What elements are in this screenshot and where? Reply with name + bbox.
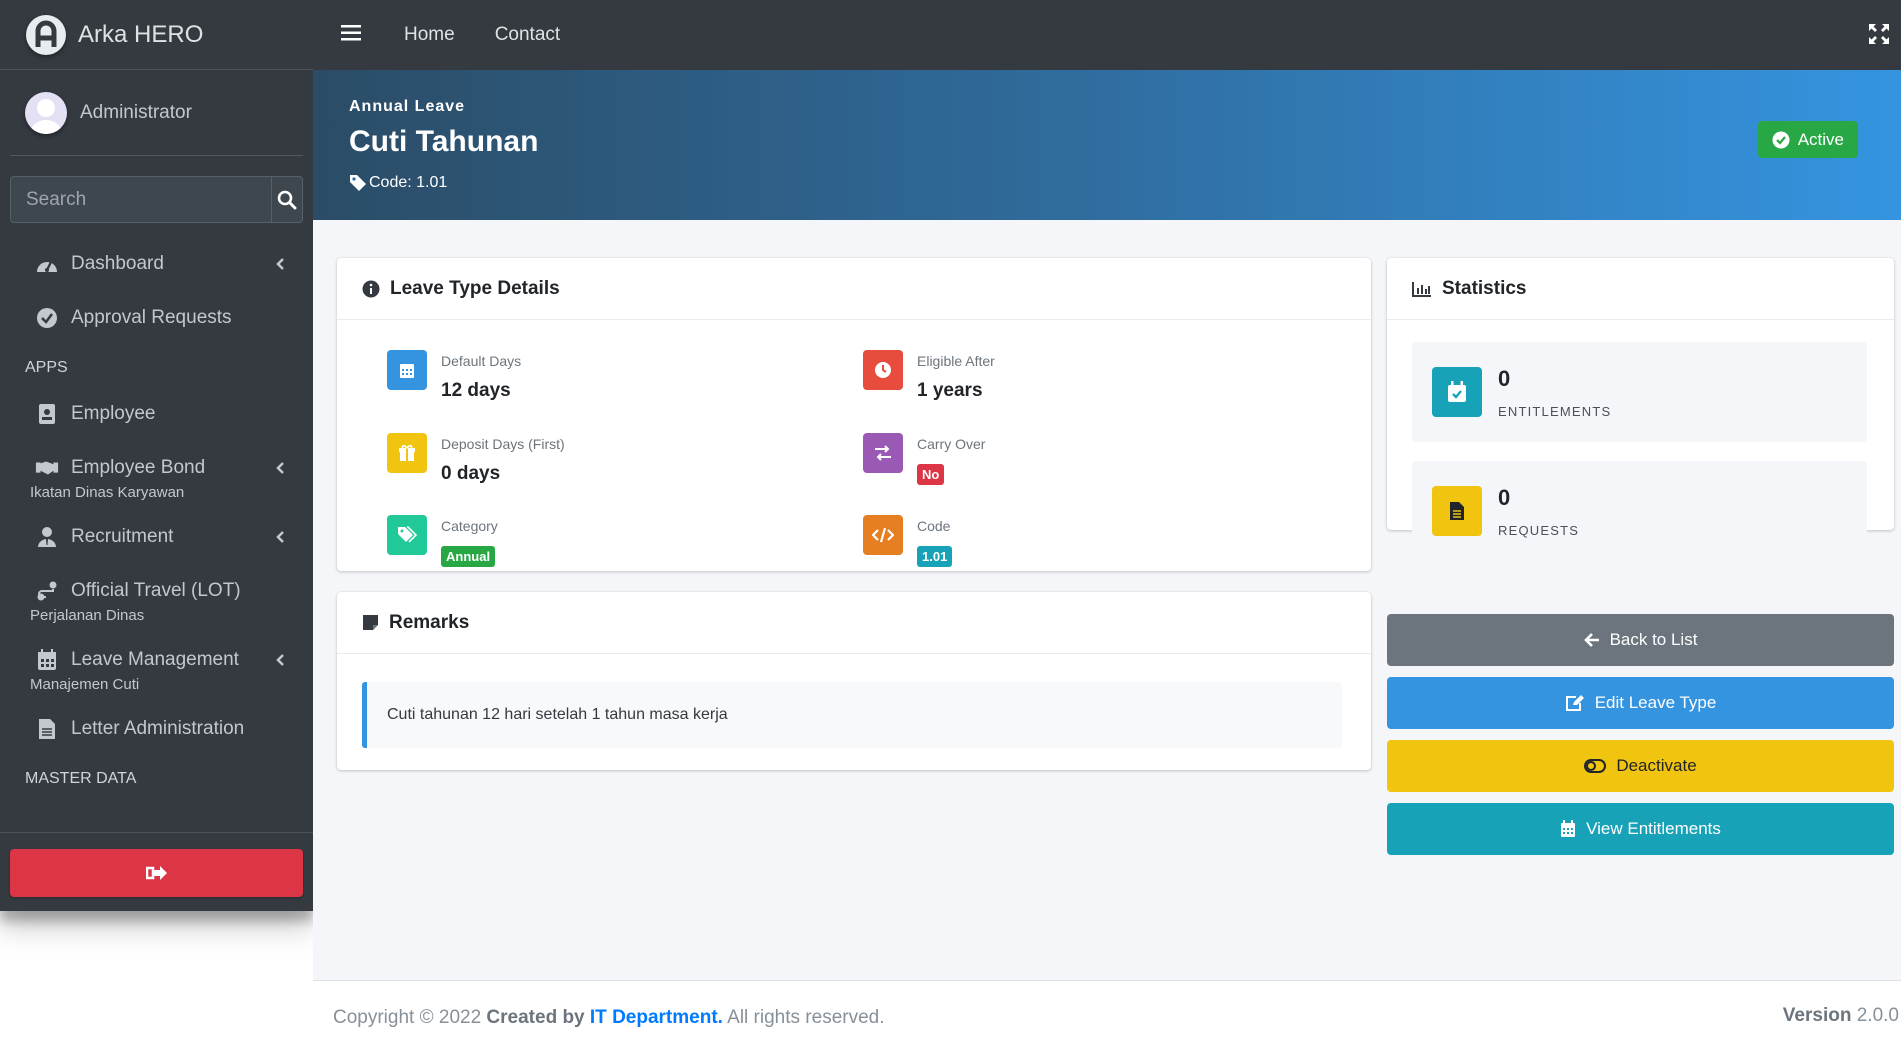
- sidebar-item-leave-management[interactable]: Leave Management Manajemen Cuti: [0, 633, 313, 702]
- info-circle-icon: [362, 280, 380, 298]
- page-title: Cuti Tahunan: [349, 125, 539, 158]
- calendar-icon: [387, 350, 427, 390]
- brand-name: Arka HERO: [78, 20, 204, 48]
- brand-logo: [26, 14, 66, 55]
- top-navbar: Home Contact: [313, 0, 1901, 70]
- leave-type-details-card: Leave Type Details Default Days 12 days E…: [337, 258, 1371, 571]
- check-circle-icon: [35, 306, 59, 330]
- back-to-list-button[interactable]: Back to List: [1387, 614, 1894, 666]
- nav-header-master-data: MASTER DATA: [25, 770, 137, 787]
- exchange-icon: [863, 433, 903, 473]
- arrow-left-icon: [1583, 632, 1600, 648]
- stat-entitlements: 0 ENTITLEMENTS: [1412, 342, 1867, 442]
- card-header: Remarks: [337, 592, 1371, 654]
- sidebar-item-employee-bond[interactable]: Employee Bond Ikatan Dinas Karyawan: [0, 441, 313, 510]
- page-footer: Copyright © 2022 Created by IT Departmen…: [313, 980, 1901, 1054]
- code-badge: 1.01: [917, 546, 953, 567]
- view-entitlements-button[interactable]: View Entitlements: [1387, 803, 1894, 855]
- sidebar-item-recruitment[interactable]: Recruitment: [0, 510, 313, 564]
- logout-button[interactable]: [10, 849, 303, 897]
- card-header: Statistics: [1387, 258, 1894, 320]
- leave-code: Code: 1.01: [349, 174, 447, 192]
- sidebar: Arka HERO Administrator Dashboard Approv…: [0, 0, 313, 911]
- carry-over-badge: No: [917, 464, 945, 485]
- calendar-icon: [35, 648, 59, 672]
- tags-icon: [387, 515, 427, 555]
- nav-link-contact[interactable]: Contact: [495, 24, 560, 46]
- file-icon: [35, 717, 59, 741]
- detail-code: Code 1.01: [863, 515, 953, 567]
- chevron-left-icon: [275, 255, 285, 277]
- search-button[interactable]: [271, 176, 303, 223]
- fullscreen-icon[interactable]: [1869, 24, 1889, 49]
- sidebar-item-letter-administration[interactable]: Letter Administration: [0, 702, 313, 756]
- user-tie-icon: [35, 525, 59, 549]
- tachometer-icon: [35, 252, 59, 276]
- toggle-off-icon: [1584, 759, 1607, 773]
- version-text: Version 2.0.0: [1782, 1005, 1899, 1026]
- detail-eligible-after: Eligible After 1 years: [863, 350, 995, 402]
- sidebar-item-official-travel[interactable]: Official Travel (LOT) Perjalanan Dinas: [0, 564, 313, 633]
- sidebar-item-employee[interactable]: Employee: [0, 387, 313, 441]
- card-header: Leave Type Details: [337, 258, 1371, 320]
- chevron-left-icon: [275, 459, 285, 481]
- calendar-check-icon: [1432, 367, 1482, 417]
- search-input[interactable]: [10, 176, 271, 223]
- copyright-text: Copyright © 2022 Created by IT Departmen…: [333, 1006, 885, 1028]
- content-area: Leave Type Details Default Days 12 days E…: [313, 220, 1901, 980]
- user-panel[interactable]: Administrator: [10, 70, 303, 156]
- calendar-icon: [1560, 820, 1576, 838]
- code-icon: [863, 515, 903, 555]
- edit-icon: [1565, 694, 1585, 712]
- gift-icon: [387, 433, 427, 473]
- brand-link[interactable]: Arka HERO: [0, 0, 313, 70]
- sidebar-item-dashboard[interactable]: Dashboard: [0, 237, 313, 291]
- chevron-left-icon: [275, 651, 285, 673]
- route-icon: [35, 579, 59, 603]
- check-circle-icon: [1772, 131, 1790, 148]
- status-badge: Active: [1757, 121, 1858, 158]
- remarks-text: Cuti tahunan 12 hari setelah 1 tahun mas…: [362, 682, 1342, 748]
- id-badge-icon: [35, 402, 59, 426]
- sign-out-icon: [145, 866, 167, 880]
- sidebar-search: [10, 176, 303, 223]
- stat-requests: 0 REQUESTS: [1412, 461, 1867, 561]
- nav-link-home[interactable]: Home: [404, 24, 455, 46]
- search-icon: [277, 190, 297, 209]
- page-header: Annual Leave Cuti Tahunan Code: 1.01 Act…: [313, 70, 1901, 220]
- tag-icon: [350, 175, 366, 191]
- edit-leave-type-button[interactable]: Edit Leave Type: [1387, 677, 1894, 729]
- clock-icon: [863, 350, 903, 390]
- user-name: Administrator: [80, 101, 192, 123]
- detail-category: Category Annual: [387, 515, 498, 567]
- detail-deposit-days: Deposit Days (First) 0 days: [387, 433, 565, 485]
- detail-carry-over: Carry Over No: [863, 433, 985, 485]
- chart-bar-icon: [1412, 281, 1432, 297]
- deactivate-button[interactable]: Deactivate: [1387, 740, 1894, 792]
- page-kicker: Annual Leave: [349, 98, 466, 115]
- statistics-card: Statistics 0 ENTITLEMENTS 0 REQUESTS: [1387, 258, 1894, 561]
- chevron-left-icon: [275, 528, 285, 550]
- detail-default-days: Default Days 12 days: [387, 350, 521, 402]
- menu-toggle-icon[interactable]: [341, 24, 363, 46]
- handshake-icon: [35, 456, 59, 480]
- sidebar-item-approval-requests[interactable]: Approval Requests: [0, 291, 313, 345]
- category-badge: Annual: [441, 546, 496, 567]
- avatar: [25, 91, 67, 134]
- remarks-card: Remarks Cuti tahunan 12 hari setelah 1 t…: [337, 592, 1371, 770]
- file-alt-icon: [1432, 486, 1482, 536]
- sidebar-footer: [0, 832, 313, 911]
- nav-header-apps: APPS: [25, 359, 68, 376]
- sticky-note-icon: [362, 614, 379, 631]
- department-link[interactable]: IT Department.: [590, 1007, 723, 1028]
